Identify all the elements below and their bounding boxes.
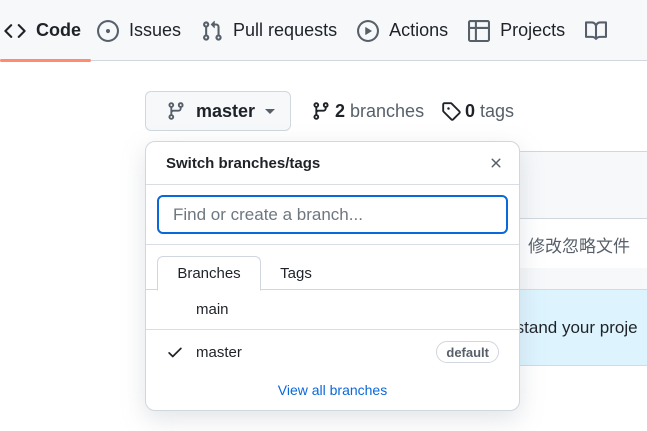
dropdown-search <box>146 185 519 245</box>
close-icon[interactable] <box>487 154 505 172</box>
tab-actions[interactable]: Actions <box>351 0 462 61</box>
branches-count: 2 <box>335 100 346 121</box>
tab-pull-requests[interactable]: Pull requests <box>195 0 351 61</box>
dropdown-header: Switch branches/tags <box>146 142 519 185</box>
dropdown-tabs: Branches Tags <box>146 256 519 291</box>
code-icon <box>4 20 26 42</box>
branch-item-master[interactable]: master default <box>146 332 519 372</box>
repo-nav: Code Issues Pull requests Actions Projec… <box>0 0 647 62</box>
branch-select-label: master <box>196 100 256 121</box>
dropdown-title: Switch branches/tags <box>166 155 321 172</box>
tags-link[interactable]: 0 tags <box>441 100 514 122</box>
branch-dropdown: Switch branches/tags Branches Tags main … <box>145 141 520 411</box>
tags-label: tags <box>480 100 515 121</box>
tags-count: 0 <box>465 100 476 121</box>
tab-code[interactable]: Code <box>0 0 91 62</box>
branch-item-label: main <box>196 301 229 318</box>
tab-projects-label: Projects <box>500 20 566 40</box>
branches-label: branches <box>350 100 425 121</box>
tab-actions-label: Actions <box>389 20 449 40</box>
git-branch-icon <box>311 101 331 121</box>
branch-search-input[interactable] <box>157 195 508 234</box>
view-all-branches-link[interactable]: View all branches <box>146 382 519 404</box>
latest-commit-message[interactable]: 修改忽略文件 <box>528 232 630 257</box>
book-icon <box>585 20 608 42</box>
check-icon <box>166 343 184 361</box>
table-icon <box>468 19 491 42</box>
branch-select-button[interactable]: master <box>145 91 291 131</box>
issue-opened-icon <box>97 19 119 42</box>
default-badge: default <box>436 341 499 363</box>
tab-pull-requests-label: Pull requests <box>233 20 338 40</box>
branch-item-label: master <box>196 343 242 361</box>
play-icon <box>357 19 380 42</box>
git-branch-icon <box>166 101 186 121</box>
tab-wiki[interactable] <box>579 0 631 61</box>
branch-item-main[interactable]: main <box>146 290 519 330</box>
tab-projects[interactable]: Projects <box>462 0 579 61</box>
info-banner-text: rstand your proje <box>510 318 638 337</box>
git-pull-request-icon <box>201 20 223 42</box>
branches-link[interactable]: 2 branches <box>311 100 424 122</box>
caret-down-icon <box>265 108 276 114</box>
repo-nav-tabs: Code Issues Pull requests Actions Projec… <box>0 0 631 62</box>
tab-issues[interactable]: Issues <box>91 0 195 61</box>
tab-tags[interactable]: Tags <box>266 256 326 290</box>
tab-branches[interactable]: Branches <box>157 256 261 291</box>
tab-code-label: Code <box>36 20 81 40</box>
tab-issues-label: Issues <box>129 20 182 40</box>
tag-icon <box>441 101 461 121</box>
